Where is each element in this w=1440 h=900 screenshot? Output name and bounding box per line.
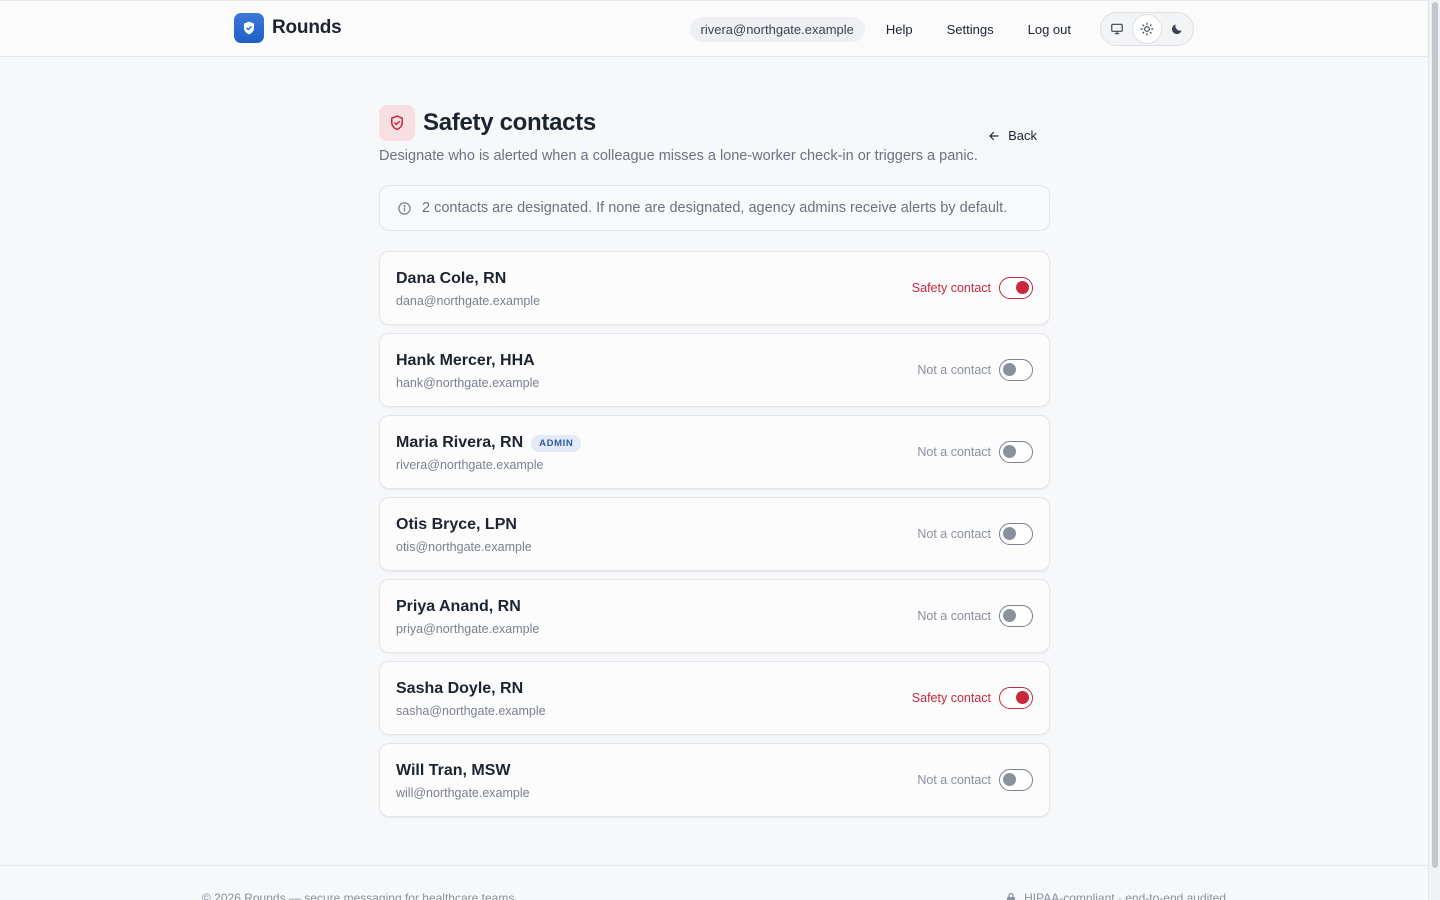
safety-contact-toggle[interactable]: Safety contact	[912, 277, 1033, 299]
safety-contact-toggle[interactable]: Not a contact	[917, 359, 1033, 381]
contact-status-label: Not a contact	[917, 527, 991, 541]
page-scrollbar[interactable]	[1428, 0, 1440, 900]
safety-contact-toggle[interactable]: Safety contact	[912, 687, 1033, 709]
toggle-knob	[1003, 773, 1016, 786]
monitor-icon[interactable]	[1103, 15, 1131, 43]
toggle-switch[interactable]	[999, 605, 1033, 627]
contact-name: Dana Cole, RN	[396, 270, 507, 287]
theme-switcher	[1100, 12, 1194, 46]
contact-card: Maria Rivera, RN ADMIN rivera@northgate.ex…	[379, 415, 1050, 489]
moon-icon[interactable]	[1163, 15, 1191, 43]
contact-name: Priya Anand, RN	[396, 598, 521, 615]
scrollbar-thumb[interactable]	[1432, 2, 1438, 868]
safety-contact-toggle[interactable]: Not a contact	[917, 441, 1033, 463]
page-subtitle: Designate who is alerted when a colleagu…	[379, 148, 978, 164]
brand-name: Rounds	[272, 17, 342, 38]
toggle-knob	[1003, 445, 1016, 458]
page-title: Safety contacts	[423, 109, 596, 136]
contact-name: Maria Rivera, RN	[396, 434, 524, 451]
toggle-switch[interactable]	[999, 769, 1033, 791]
lock-icon	[1007, 892, 1016, 900]
page-header: Safety contacts	[379, 105, 1050, 141]
back-label: Back	[1008, 128, 1037, 143]
safety-contact-toggle[interactable]: Not a contact	[917, 523, 1033, 545]
toggle-knob	[1003, 527, 1016, 540]
contact-card: Priya Anand, RN priya@northgate.example No…	[379, 579, 1050, 653]
contact-card: Will Tran, MSW will@northgate.example Not …	[379, 743, 1050, 817]
settings-link[interactable]: Settings	[947, 22, 994, 37]
toggle-knob	[1003, 609, 1016, 622]
shield-check-logo-icon	[234, 13, 264, 43]
header-nav: rivera@northgate.example Help Settings L…	[689, 12, 1194, 46]
toggle-switch[interactable]	[999, 359, 1033, 381]
help-link[interactable]: Help	[886, 22, 913, 37]
footer-copyright: © 2026 Rounds — secure messaging for hea…	[202, 891, 515, 900]
arrow-left-icon	[989, 131, 999, 140]
contact-card: Otis Bryce, LPN otis@northgate.example Not…	[379, 497, 1050, 571]
toggle-switch[interactable]	[999, 277, 1033, 299]
footer: © 2026 Rounds — secure messaging for hea…	[0, 865, 1428, 900]
contact-name: Hank Mercer, HHA	[396, 352, 535, 369]
user-email-pill[interactable]: rivera@northgate.example	[689, 16, 865, 42]
contact-status-label: Not a contact	[917, 445, 991, 459]
shield-check-icon	[379, 105, 415, 141]
contact-status-label: Not a contact	[917, 609, 991, 623]
top-navigation-bar: Rounds rivera@northgate.example Help Set…	[0, 0, 1428, 57]
contact-list: Dana Cole, RN dana@northgate.example Safet…	[379, 251, 1050, 817]
contact-card: Dana Cole, RN dana@northgate.example Safet…	[379, 251, 1050, 325]
toggle-switch[interactable]	[999, 687, 1033, 709]
footer-compliance-text: HIPAA-compliant · end-to-end audited	[1024, 891, 1226, 900]
footer-compliance: HIPAA-compliant · end-to-end audited	[1005, 891, 1226, 900]
toggle-knob	[1016, 691, 1029, 704]
contact-status-label: Safety contact	[911, 281, 991, 295]
logout-link[interactable]: Log out	[1028, 22, 1071, 37]
contact-name: Will Tran, MSW	[396, 762, 511, 779]
back-button[interactable]: Back	[987, 128, 1037, 143]
contact-status-label: Not a contact	[917, 773, 991, 787]
toggle-knob	[1016, 281, 1029, 294]
info-icon	[398, 201, 411, 215]
toggle-switch[interactable]	[999, 523, 1033, 545]
contact-name: Otis Bryce, LPN	[396, 516, 517, 533]
contact-status-label: Safety contact	[911, 691, 991, 705]
safety-contact-toggle[interactable]: Not a contact	[917, 769, 1033, 791]
brand[interactable]: Rounds	[234, 13, 342, 43]
notice-text: 2 contacts are designated. If none are d…	[422, 200, 1008, 216]
safety-contact-toggle[interactable]: Not a contact	[917, 605, 1033, 627]
admin-badge: ADMIN	[531, 434, 582, 452]
toggle-knob	[1003, 363, 1016, 376]
contact-name: Sasha Doyle, RN	[396, 680, 524, 697]
sun-icon[interactable]	[1133, 15, 1161, 43]
main-content: Safety contacts Designate who is alerted…	[379, 105, 1050, 817]
contact-card: Sasha Doyle, RN sasha@northgate.example Sa…	[379, 661, 1050, 735]
contact-card: Hank Mercer, HHA hank@northgate.example No…	[379, 333, 1050, 407]
contact-status-label: Not a contact	[917, 363, 991, 377]
info-notice: 2 contacts are designated. If none are d…	[379, 185, 1050, 231]
toggle-switch[interactable]	[999, 441, 1033, 463]
